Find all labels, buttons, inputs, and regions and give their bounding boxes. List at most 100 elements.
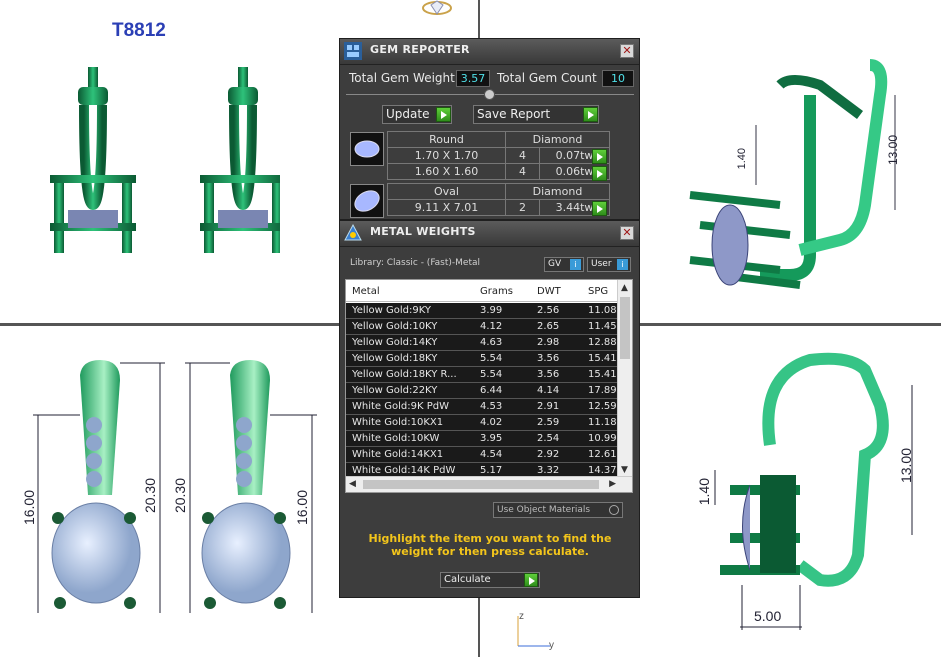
col-spg[interactable]: SPG — [588, 286, 608, 297]
total-gem-weight-value: 3.57 — [456, 70, 490, 87]
grams-value: 6.44 — [480, 385, 503, 396]
metal-weights-close-icon[interactable]: ✕ — [620, 226, 634, 240]
model-title: T8812 — [112, 20, 166, 41]
gem-material: Diamond — [505, 131, 610, 148]
table-row[interactable]: Yellow Gold:22KY 6.44 4.14 17.89 — [346, 383, 618, 399]
axis-y-label: y — [549, 640, 554, 651]
table-row[interactable]: Yellow Gold:18KY R... 5.54 3.56 15.41 — [346, 367, 618, 383]
spg-value: 12.61 — [588, 449, 617, 460]
metal-name: White Gold:14K PdW — [352, 465, 456, 476]
gem-reporter-title: GEM REPORTER — [370, 43, 470, 56]
axis-z-label: z — [519, 611, 524, 622]
ring-icon — [422, 0, 452, 15]
dim-left-20: 20.30 — [142, 478, 158, 514]
table-row[interactable]: White Gold:14KX1 4.54 2.92 12.61 — [346, 447, 618, 463]
scroll-right-icon[interactable]: ▶ — [609, 479, 616, 489]
col-grams[interactable]: Grams — [480, 286, 513, 297]
grams-value: 4.63 — [480, 337, 503, 348]
use-object-materials-toggle[interactable]: Use Object Materials — [493, 502, 623, 518]
table-row[interactable]: Yellow Gold:18KY 5.54 3.56 15.41 — [346, 351, 618, 367]
dwt-value: 2.65 — [537, 321, 560, 332]
oval-gem-icon — [350, 184, 384, 218]
spg-value: 11.18 — [588, 417, 617, 428]
earring-front-left — [50, 67, 136, 253]
use-object-materials-label: Use Object Materials — [497, 505, 591, 515]
spg-value: 15.41 — [588, 353, 617, 364]
scroll-thumb[interactable] — [620, 297, 630, 359]
metal-name: White Gold:10KX1 — [352, 417, 444, 428]
scroll-down-icon[interactable]: ▼ — [621, 465, 628, 475]
metal-name: White Gold:10KW — [352, 433, 440, 444]
grams-value: 5.54 — [480, 353, 503, 364]
dwt-value: 2.92 — [537, 449, 560, 460]
metal-weights-titlebar[interactable]: METAL WEIGHTS ✕ — [340, 221, 639, 247]
dim-left-16: 16.00 — [21, 490, 37, 526]
gem-group-round: Round Diamond 1.70 X 1.70 4 0.07tw 1.60 X 1… — [387, 131, 610, 180]
dim-iso-height: 13.00 — [886, 135, 900, 166]
spg-value: 14.37 — [588, 465, 617, 476]
gem-size: 1.60 X 1.60 — [387, 163, 506, 180]
gem-count: 2 — [505, 199, 540, 216]
metal-name: White Gold:9K PdW — [352, 401, 449, 412]
save-report-button[interactable]: Save Report — [473, 105, 599, 124]
gem-reporter-icon — [344, 42, 362, 60]
horizontal-scrollbar[interactable]: ◀ ▶ — [346, 476, 632, 492]
dwt-value: 3.32 — [537, 465, 560, 476]
spg-value: 12.59 — [588, 401, 617, 412]
dim-side-height: 13.00 — [898, 448, 914, 484]
dim-right-20: 20.30 — [172, 478, 188, 514]
col-metal[interactable]: Metal — [352, 286, 380, 297]
table-row[interactable]: Yellow Gold:14KY 4.63 2.98 12.88 — [346, 335, 618, 351]
dwt-value: 3.56 — [537, 369, 560, 380]
grams-value: 4.02 — [480, 417, 503, 428]
viewport-iso[interactable] — [660, 55, 930, 315]
earring-bottom-left — [51, 360, 141, 609]
table-row[interactable]: Yellow Gold:10KY 4.12 2.65 11.45 — [346, 319, 618, 335]
col-dwt[interactable]: DWT — [537, 286, 561, 297]
total-gem-count-value: 10 — [602, 70, 634, 87]
dim-iso-small: 1.40 — [736, 148, 748, 170]
calculate-go-icon[interactable] — [524, 573, 538, 587]
scroll-left-icon[interactable]: ◀ — [349, 479, 356, 489]
user-label: User — [591, 259, 612, 269]
grams-value: 3.99 — [480, 305, 503, 316]
dwt-value: 2.56 — [537, 305, 560, 316]
metal-weights-table[interactable]: Metal Grams DWT SPG Yellow Gold:9KY 3.99 2… — [345, 279, 633, 493]
dwt-value: 3.56 — [537, 353, 560, 364]
vertical-scrollbar[interactable]: ▲ ▼ — [617, 280, 632, 477]
gv-toggle[interactable]: GV i — [544, 257, 584, 272]
scroll-up-icon[interactable]: ▲ — [621, 283, 628, 293]
earring-front-right — [200, 67, 280, 253]
splitter-knob[interactable] — [484, 89, 495, 100]
gem-reporter-close-icon[interactable]: ✕ — [620, 44, 634, 58]
toggle-circle-icon — [609, 505, 619, 515]
dim-right-16: 16.00 — [294, 490, 310, 526]
gem-shape: Oval — [387, 183, 506, 200]
metal-name: Yellow Gold:10KY — [352, 321, 438, 332]
grams-value: 3.95 — [480, 433, 503, 444]
gem-shape: Round — [387, 131, 506, 148]
grams-value: 5.54 — [480, 369, 503, 380]
gem-material: Diamond — [505, 183, 610, 200]
spg-value: 11.45 — [588, 321, 617, 332]
user-toggle[interactable]: User i — [587, 257, 631, 272]
table-row[interactable]: White Gold:9K PdW 4.53 2.91 12.59 — [346, 399, 618, 415]
metal-name: Yellow Gold:18KY R... — [352, 369, 457, 380]
gem-row-select-icon[interactable] — [592, 149, 607, 164]
table-row[interactable]: White Gold:10KX1 4.02 2.59 11.18 — [346, 415, 618, 431]
viewport-side[interactable] — [690, 345, 935, 635]
table-row[interactable]: White Gold:10KW 3.95 2.54 10.99 — [346, 431, 618, 447]
viewport-top-front[interactable] — [40, 55, 280, 265]
update-go-icon[interactable] — [436, 107, 451, 122]
grams-value: 4.53 — [480, 401, 503, 412]
round-gem-icon — [350, 132, 384, 166]
save-report-go-icon[interactable] — [583, 107, 598, 122]
table-row[interactable]: Yellow Gold:9KY 3.99 2.56 11.08 — [346, 303, 618, 319]
metal-name: Yellow Gold:22KY — [352, 385, 438, 396]
hscroll-thumb[interactable] — [363, 480, 599, 489]
dwt-value: 4.14 — [537, 385, 560, 396]
gem-row-select-icon[interactable] — [592, 201, 607, 216]
gv-label: GV — [548, 259, 562, 269]
gem-row-select-icon[interactable] — [592, 166, 607, 181]
gem-reporter-titlebar[interactable]: GEM REPORTER ✕ — [340, 39, 639, 65]
